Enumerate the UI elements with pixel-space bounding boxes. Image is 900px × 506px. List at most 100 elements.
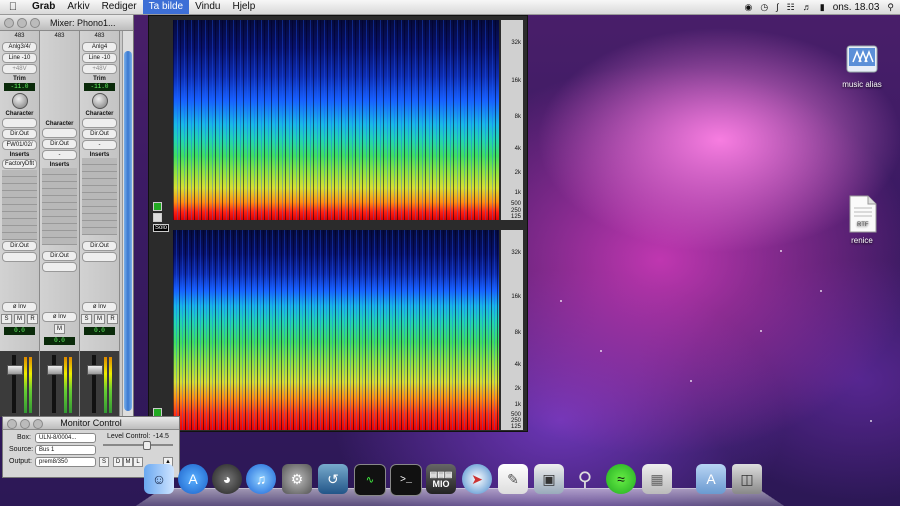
spotify-icon[interactable]: ≈ [606, 464, 636, 494]
battery-icon[interactable]: ▮ [820, 2, 825, 13]
channel-toggle-icon[interactable] [153, 213, 162, 222]
character-select[interactable] [82, 118, 117, 128]
insert-slot[interactable] [42, 231, 77, 238]
zoom-button[interactable] [33, 419, 43, 429]
grab-icon[interactable]: ⚲ [570, 464, 600, 494]
output-select[interactable]: prem8/350 [35, 457, 96, 467]
level-slider-handle[interactable] [143, 441, 151, 450]
system-preferences-icon[interactable]: ⚙ [282, 464, 312, 494]
finder-icon[interactable]: ☺ [144, 464, 174, 494]
fader-handle[interactable] [47, 365, 63, 375]
insert-slot[interactable] [42, 182, 77, 189]
send-direct-out[interactable]: Dir.Out [2, 241, 37, 251]
send-direct-out[interactable]: Dir.Out [42, 251, 77, 261]
screen-sharing-icon[interactable]: ↺ [318, 464, 348, 494]
solo-monitor-button[interactable]: S [99, 457, 109, 467]
wifi-icon[interactable]: ☷ [787, 2, 795, 13]
mute-button[interactable]: M [14, 314, 25, 324]
applications-folder-icon[interactable]: A [696, 464, 726, 494]
send-direct-out[interactable]: Dir.Out [82, 241, 117, 251]
insert-slot[interactable] [2, 191, 37, 198]
record-button[interactable]: R [107, 314, 118, 324]
insert-slot[interactable] [42, 168, 77, 175]
spectrogram-left[interactable] [173, 20, 499, 220]
menu-vindu[interactable]: Vindu [189, 0, 226, 14]
insert-slot[interactable] [82, 193, 117, 200]
zoom-button[interactable] [30, 17, 40, 28]
insert-slot[interactable] [2, 170, 37, 177]
itunes-icon[interactable]: ♫ [246, 464, 276, 494]
solo-control-left[interactable]: Solo [153, 202, 171, 232]
insert-slot[interactable] [42, 203, 77, 210]
spotlight-search-icon[interactable]: ⚲ [887, 2, 894, 13]
input-select[interactable]: Anlg3/4/ [2, 42, 37, 52]
bus-select[interactable]: FW01/02/ [2, 140, 37, 150]
trim-knob[interactable] [91, 93, 108, 109]
level-slider[interactable] [103, 444, 173, 446]
menu-app-grab[interactable]: Grab [26, 0, 61, 14]
close-button[interactable] [4, 17, 14, 28]
minimize-button[interactable] [17, 17, 27, 28]
menubar-clock[interactable]: ons. 18.03 [833, 2, 880, 13]
preview-icon[interactable]: ▣ [534, 464, 564, 494]
bluetooth-icon[interactable]: ∫ [776, 2, 778, 12]
insert-slot[interactable] [82, 207, 117, 214]
insert-slot[interactable] [82, 200, 117, 207]
phase-invert-button[interactable]: ø Inv [82, 302, 117, 312]
insert-slot[interactable] [42, 196, 77, 203]
insert-slot[interactable] [42, 217, 77, 224]
insert-slot[interactable] [42, 210, 77, 217]
phase-invert-button[interactable]: ø Inv [2, 302, 37, 312]
insert-slot[interactable] [2, 198, 37, 205]
direct-out-button[interactable]: Dir.Out [42, 139, 77, 149]
textedit-icon[interactable]: ✎ [498, 464, 528, 494]
insert-slot[interactable] [82, 165, 117, 172]
insert-slot[interactable] [2, 226, 37, 233]
scrollbar-thumb[interactable] [124, 51, 132, 411]
close-button[interactable] [7, 419, 17, 429]
insert-slot[interactable] [82, 186, 117, 193]
input-select[interactable]: Anlg4 [82, 42, 117, 52]
insert-slot[interactable] [82, 158, 117, 165]
box-select[interactable]: ULN-8/0004... [35, 433, 96, 443]
direct-out-button[interactable]: Dir.Out [82, 129, 117, 139]
monitor-titlebar[interactable]: Monitor Control [3, 417, 179, 430]
safari-icon[interactable]: ➤ [462, 464, 492, 494]
spectrogram-right[interactable] [173, 230, 499, 430]
app-store-icon[interactable]: A [178, 464, 208, 494]
insert-slot[interactable] [2, 184, 37, 191]
solo-button[interactable]: S [1, 314, 12, 324]
fader-handle[interactable] [87, 365, 103, 375]
phase-invert-button[interactable]: ø Inv [42, 312, 77, 322]
insert-slot[interactable] [2, 219, 37, 226]
record-status-icon[interactable]: ◉ [744, 2, 752, 13]
source-select[interactable]: Bus 1 [35, 445, 96, 455]
trim-knob[interactable] [11, 93, 28, 109]
insert-slot[interactable] [82, 221, 117, 228]
insert-slot[interactable] [82, 172, 117, 179]
insert-slot-1[interactable]: FactoryDflt [2, 159, 37, 169]
send-select[interactable] [2, 252, 37, 262]
solo-button[interactable]: S [81, 314, 92, 324]
bus-select[interactable]: - [82, 140, 117, 150]
menu-hjelp[interactable]: Hjelp [226, 0, 261, 14]
insert-slot[interactable] [42, 175, 77, 182]
terminal-icon[interactable]: >_ [390, 464, 422, 496]
menu-ta-bilde[interactable]: Ta bilde [142, 0, 190, 14]
time-machine-icon[interactable]: ◷ [760, 2, 768, 13]
send-select[interactable] [42, 262, 77, 272]
mute-button[interactable]: M [94, 314, 105, 324]
fader-handle[interactable] [7, 365, 23, 375]
desktop-icon-renice[interactable]: RTF renice [842, 194, 882, 245]
archive-utility-icon[interactable]: ▦ [642, 464, 672, 494]
desktop-icon-music-alias[interactable]: music alias [836, 40, 888, 89]
apple-menu-icon[interactable]:  [0, 1, 26, 13]
send-select[interactable] [82, 252, 117, 262]
volume-icon[interactable]: ♬ [803, 2, 812, 12]
insert-slot[interactable] [2, 212, 37, 219]
dashboard-icon[interactable]: ◕ [212, 464, 242, 494]
menu-rediger[interactable]: Rediger [96, 0, 143, 14]
insert-slot[interactable] [82, 179, 117, 186]
level-select[interactable]: Line -10 [2, 53, 37, 63]
insert-slot[interactable] [82, 214, 117, 221]
